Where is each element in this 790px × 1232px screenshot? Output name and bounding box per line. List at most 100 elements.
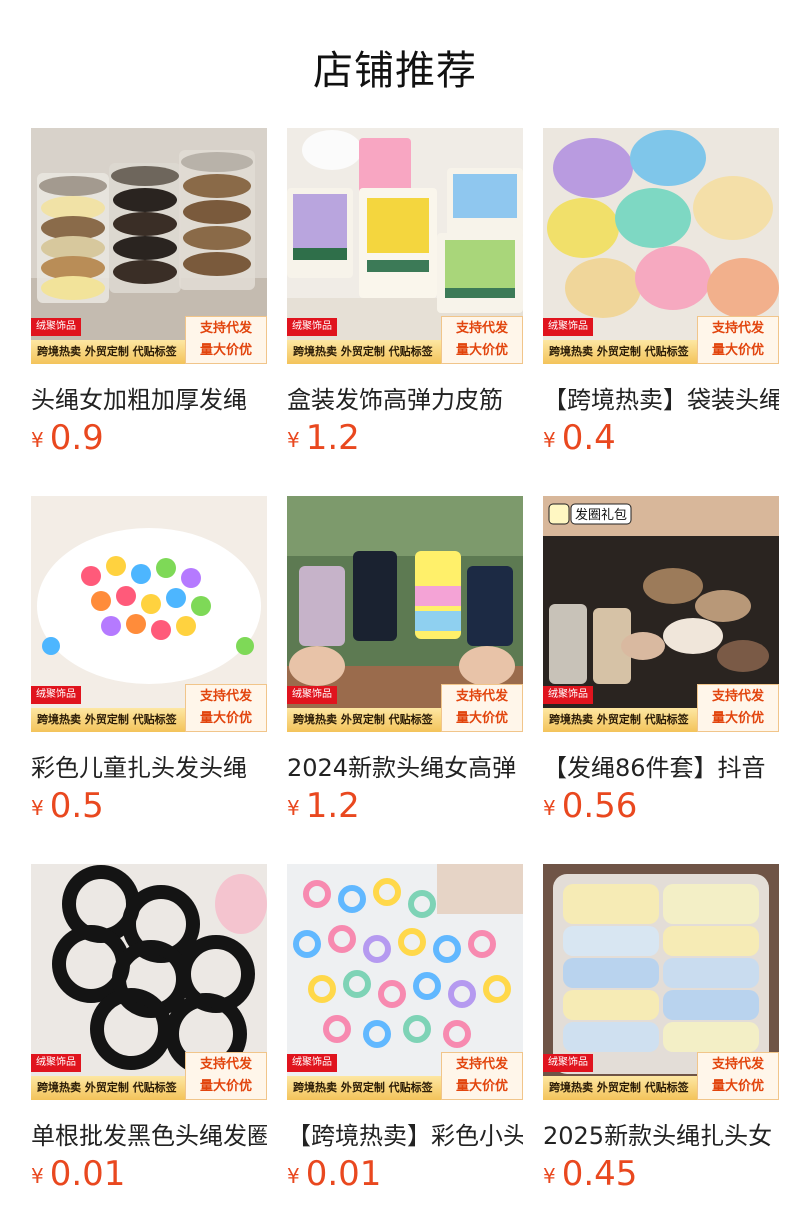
promo-line-2: 量大价优 bbox=[199, 1079, 252, 1094]
promo-line-2: 量大价优 bbox=[711, 711, 764, 726]
product-price: ¥0.9 bbox=[31, 418, 104, 458]
brand-tag: 绒聚饰品 bbox=[287, 686, 337, 704]
page-title: 店铺推荐 bbox=[313, 48, 477, 94]
promo-line-1: 支持代发 bbox=[711, 689, 764, 704]
promo-line-2: 量大价优 bbox=[199, 343, 252, 358]
brand-tag: 绒聚饰品 bbox=[31, 1054, 81, 1072]
promo-line-1: 支持代发 bbox=[199, 321, 252, 336]
product-card[interactable]: 绒聚饰品 支持代发 量大价优 跨境热卖 外贸定制 代贴标签 盒装发饰高弹力皮筋 … bbox=[287, 128, 523, 458]
promo-line-1: 支持代发 bbox=[711, 321, 764, 336]
price-value: 0.45 bbox=[561, 1154, 638, 1194]
promo-badge: 支持代发 量大价优 bbox=[441, 684, 523, 732]
price-value: 0.01 bbox=[305, 1154, 382, 1194]
product-name[interactable]: 【跨境热卖】袋装头绳 bbox=[543, 380, 779, 415]
product-name[interactable]: 头绳女加粗加厚发绳 bbox=[31, 380, 267, 415]
promo-badge: 支持代发 量大价优 bbox=[441, 1052, 523, 1100]
product-name[interactable]: 2024新款头绳女高弹 bbox=[287, 748, 523, 783]
promo-line-1: 支持代发 bbox=[455, 1057, 508, 1072]
brand-tag: 绒聚饰品 bbox=[287, 318, 337, 336]
product-name[interactable]: 彩色儿童扎头发头绳 bbox=[31, 748, 267, 783]
promo-line-1: 支持代发 bbox=[199, 1057, 252, 1072]
photo-label: 发圈礼包 bbox=[575, 507, 627, 523]
product-image[interactable]: 绒聚饰品 支持代发 量大价优 跨境热卖 外贸定制 代贴标签 bbox=[543, 128, 779, 364]
product-image[interactable]: 绒聚饰品 支持代发 量大价优 跨境热卖 外贸定制 代贴标签 bbox=[287, 496, 523, 732]
product-card[interactable]: 发圈礼包 绒聚饰品 支持代发 量大价优 跨境热卖 外贸定制 代贴标签 【发绳86… bbox=[543, 496, 779, 826]
feature-bar: 跨境热卖 外贸定制 代贴标签 bbox=[543, 340, 697, 364]
product-price: ¥0.56 bbox=[543, 786, 637, 826]
promo-line-1: 支持代发 bbox=[455, 689, 508, 704]
product-price: ¥0.4 bbox=[543, 418, 616, 458]
feature-bar: 跨境热卖 外贸定制 代贴标签 bbox=[287, 340, 441, 364]
currency-symbol: ¥ bbox=[31, 796, 44, 820]
currency-symbol: ¥ bbox=[31, 1164, 44, 1188]
currency-symbol: ¥ bbox=[287, 428, 300, 452]
price-value: 1.2 bbox=[305, 418, 360, 458]
product-image[interactable]: 绒聚饰品 支持代发 量大价优 跨境热卖 外贸定制 代贴标签 bbox=[31, 128, 267, 364]
product-card[interactable]: 绒聚饰品 支持代发 量大价优 跨境热卖 外贸定制 代贴标签 【跨境热卖】彩色小头… bbox=[287, 864, 523, 1194]
promo-badge: 支持代发 量大价优 bbox=[185, 1052, 267, 1100]
promo-line-2: 量大价优 bbox=[455, 711, 508, 726]
promo-line-1: 支持代发 bbox=[199, 689, 252, 704]
feature-bar: 跨境热卖 外贸定制 代贴标签 bbox=[31, 708, 185, 732]
promo-line-2: 量大价优 bbox=[455, 1079, 508, 1094]
promo-badge: 支持代发 量大价优 bbox=[185, 316, 267, 364]
product-price: ¥0.01 bbox=[287, 1154, 381, 1194]
promo-badge: 支持代发 量大价优 bbox=[185, 684, 267, 732]
feature-bar: 跨境热卖 外贸定制 代贴标签 bbox=[287, 1076, 441, 1100]
promo-line-2: 量大价优 bbox=[455, 343, 508, 358]
feature-bar: 跨境热卖 外贸定制 代贴标签 bbox=[543, 1076, 697, 1100]
brand-tag: 绒聚饰品 bbox=[31, 318, 81, 336]
promo-badge: 支持代发 量大价优 bbox=[697, 316, 779, 364]
currency-symbol: ¥ bbox=[287, 1164, 300, 1188]
brand-tag: 绒聚饰品 bbox=[543, 318, 593, 336]
product-image[interactable]: 绒聚饰品 支持代发 量大价优 跨境热卖 外贸定制 代贴标签 bbox=[287, 128, 523, 364]
brand-tag: 绒聚饰品 bbox=[543, 686, 593, 704]
product-name[interactable]: 【发绳86件套】抖音 bbox=[543, 748, 779, 783]
product-image[interactable]: 绒聚饰品 支持代发 量大价优 跨境热卖 外贸定制 代贴标签 bbox=[543, 864, 779, 1100]
product-image[interactable]: 绒聚饰品 支持代发 量大价优 跨境热卖 外贸定制 代贴标签 bbox=[287, 864, 523, 1100]
product-card[interactable]: 绒聚饰品 支持代发 量大价优 跨境热卖 外贸定制 代贴标签 头绳女加粗加厚发绳 … bbox=[31, 128, 267, 458]
currency-symbol: ¥ bbox=[543, 1164, 556, 1188]
promo-badge: 支持代发 量大价优 bbox=[697, 684, 779, 732]
currency-symbol: ¥ bbox=[287, 796, 300, 820]
currency-symbol: ¥ bbox=[543, 796, 556, 820]
product-price: ¥1.2 bbox=[287, 418, 360, 458]
price-value: 0.5 bbox=[49, 786, 104, 826]
price-value: 0.01 bbox=[49, 1154, 126, 1194]
product-name[interactable]: 盒装发饰高弹力皮筋 bbox=[287, 380, 523, 415]
brand-tag: 绒聚饰品 bbox=[287, 1054, 337, 1072]
price-value: 1.2 bbox=[305, 786, 360, 826]
promo-line-2: 量大价优 bbox=[711, 1079, 764, 1094]
brand-tag: 绒聚饰品 bbox=[543, 1054, 593, 1072]
brand-tag: 绒聚饰品 bbox=[31, 686, 81, 704]
product-card[interactable]: 绒聚饰品 支持代发 量大价优 跨境热卖 外贸定制 代贴标签 单根批发黑色头绳发圈… bbox=[31, 864, 267, 1194]
promo-line-1: 支持代发 bbox=[455, 321, 508, 336]
promo-badge: 支持代发 量大价优 bbox=[441, 316, 523, 364]
price-value: 0.4 bbox=[561, 418, 616, 458]
product-card[interactable]: 绒聚饰品 支持代发 量大价优 跨境热卖 外贸定制 代贴标签 【跨境热卖】袋装头绳… bbox=[543, 128, 779, 458]
product-name[interactable]: 单根批发黑色头绳发圈 bbox=[31, 1116, 267, 1151]
promo-line-2: 量大价优 bbox=[711, 343, 764, 358]
feature-bar: 跨境热卖 外贸定制 代贴标签 bbox=[287, 708, 441, 732]
price-value: 0.56 bbox=[561, 786, 638, 826]
product-image[interactable]: 发圈礼包 绒聚饰品 支持代发 量大价优 跨境热卖 外贸定制 代贴标签 bbox=[543, 496, 779, 732]
currency-symbol: ¥ bbox=[543, 428, 556, 452]
product-card[interactable]: 绒聚饰品 支持代发 量大价优 跨境热卖 外贸定制 代贴标签 2024新款头绳女高… bbox=[287, 496, 523, 826]
product-price: ¥0.01 bbox=[31, 1154, 125, 1194]
promo-badge: 支持代发 量大价优 bbox=[697, 1052, 779, 1100]
product-name[interactable]: 2025新款头绳扎头女 bbox=[543, 1116, 779, 1151]
feature-bar: 跨境热卖 外贸定制 代贴标签 bbox=[31, 340, 185, 364]
product-price: ¥0.45 bbox=[543, 1154, 637, 1194]
currency-symbol: ¥ bbox=[31, 428, 44, 452]
product-name[interactable]: 【跨境热卖】彩色小头绳 bbox=[287, 1116, 523, 1151]
product-image[interactable]: 绒聚饰品 支持代发 量大价优 跨境热卖 外贸定制 代贴标签 bbox=[31, 496, 267, 732]
product-card[interactable]: 绒聚饰品 支持代发 量大价优 跨境热卖 外贸定制 代贴标签 2025新款头绳扎头… bbox=[543, 864, 779, 1194]
product-image[interactable]: 绒聚饰品 支持代发 量大价优 跨境热卖 外贸定制 代贴标签 bbox=[31, 864, 267, 1100]
feature-bar: 跨境热卖 外贸定制 代贴标签 bbox=[543, 708, 697, 732]
promo-line-1: 支持代发 bbox=[711, 1057, 764, 1072]
product-card[interactable]: 绒聚饰品 支持代发 量大价优 跨境热卖 外贸定制 代贴标签 彩色儿童扎头发头绳 … bbox=[31, 496, 267, 826]
feature-bar: 跨境热卖 外贸定制 代贴标签 bbox=[31, 1076, 185, 1100]
product-price: ¥1.2 bbox=[287, 786, 360, 826]
promo-line-2: 量大价优 bbox=[199, 711, 252, 726]
price-value: 0.9 bbox=[49, 418, 104, 458]
